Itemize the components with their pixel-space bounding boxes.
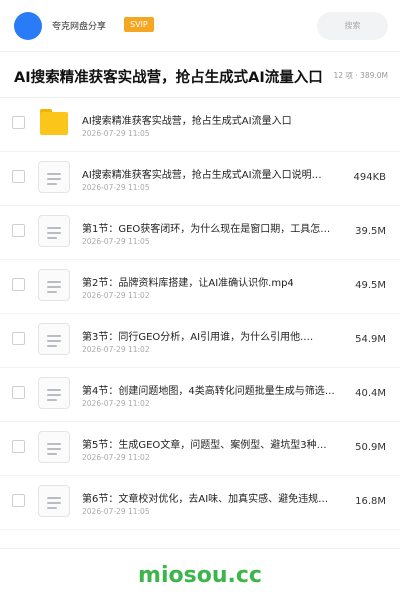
file-date: 2026-07-29 11:05 [82,129,150,138]
file-date: 2026-07-29 11:05 [82,183,150,192]
list-item[interactable]: AI搜索精准获客实战营，抢占生成式AI流量入口说明… 2026-07-29 11… [0,152,400,206]
file-date: 2026-07-29 11:05 [82,237,150,246]
file-size: 16.8M [355,496,386,507]
select-checkbox[interactable] [12,332,25,345]
document-icon [38,431,70,463]
file-name: 第4节：创建问题地图，4类高转化问题批量生成与筛选… [82,386,335,397]
document-icon [38,161,70,193]
list-item[interactable]: 第5节：生成GEO文章，问题型、案例型、避坑型3种… 2026-07-29 11… [0,422,400,476]
search-input[interactable]: 搜索 [317,12,388,40]
file-date: 2026-07-29 11:02 [82,399,150,408]
folder-icon [40,109,68,135]
file-name: 第5节：生成GEO文章，问题型、案例型、避坑型3种… [82,440,327,451]
list-item[interactable]: AI搜索精准获客实战营，抢占生成式AI流量入口 2026-07-29 11:05 [0,98,400,152]
document-icon [38,377,70,409]
list-item[interactable]: 第2节：品牌资料库搭建，让AI准确认识你.mp4 2026-07-29 11:0… [0,260,400,314]
header-bar: 夸克网盘分享 SVIP 搜索 [0,0,400,52]
file-size: 54.9M [355,334,386,345]
file-size: 494KB [353,172,386,183]
svip-badge: SVIP [124,17,154,32]
document-icon [38,215,70,247]
select-checkbox[interactable] [12,278,25,291]
list-item[interactable]: 第1节：GEO获客闭环，为什么现在是窗口期，工具怎… 2026-07-29 11… [0,206,400,260]
file-size: 50.9M [355,442,386,453]
file-size: 40.4M [355,388,386,399]
file-name: 第3节：同行GEO分析，AI引用谁，为什么引用他.… [82,332,314,343]
select-checkbox[interactable] [12,116,25,129]
list-item[interactable]: 第3节：同行GEO分析，AI引用谁，为什么引用他.… 2026-07-29 11… [0,314,400,368]
file-size: 39.5M [355,226,386,237]
divider [0,548,400,549]
folder-meta: 12 项 · 389.0M [331,70,388,81]
list-item[interactable]: 第4节：创建问题地图，4类高转化问题批量生成与筛选… 2026-07-29 11… [0,368,400,422]
select-checkbox[interactable] [12,224,25,237]
document-icon [38,485,70,517]
select-checkbox[interactable] [12,494,25,507]
app-name: 夸克网盘分享 [52,22,107,32]
select-checkbox[interactable] [12,386,25,399]
file-list: AI搜索精准获客实战营，抢占生成式AI流量入口 2026-07-29 11:05… [0,98,400,530]
file-date: 2026-07-29 11:05 [82,507,150,516]
file-date: 2026-07-29 11:02 [82,345,150,354]
document-icon [38,323,70,355]
document-icon [38,269,70,301]
list-item[interactable]: 第6节：文章校对优化，去AI味、加真实感、避免违规… 2026-07-29 11… [0,476,400,530]
page-title: AI搜索精准获客实战营，抢占生成式AI流量入口 [14,70,323,86]
folder-title-row: AI搜索精准获客实战营，抢占生成式AI流量入口 12 项 · 389.0M [0,52,400,98]
avatar[interactable] [14,12,42,40]
file-name: 第1节：GEO获客闭环，为什么现在是窗口期，工具怎… [82,224,331,235]
file-name: AI搜索精准获客实战营，抢占生成式AI流量入口说明… [82,170,322,181]
file-name: AI搜索精准获客实战营，抢占生成式AI流量入口 [82,116,292,127]
select-checkbox[interactable] [12,440,25,453]
file-date: 2026-07-29 11:02 [82,291,150,300]
file-size: 49.5M [355,280,386,291]
file-date: 2026-07-29 11:02 [82,453,150,462]
file-name: 第6节：文章校对优化，去AI味、加真实感、避免违规… [82,494,329,505]
file-name: 第2节：品牌资料库搭建，让AI准确认识你.mp4 [82,278,294,289]
watermark-text: miosou.cc [138,563,262,588]
select-checkbox[interactable] [12,170,25,183]
